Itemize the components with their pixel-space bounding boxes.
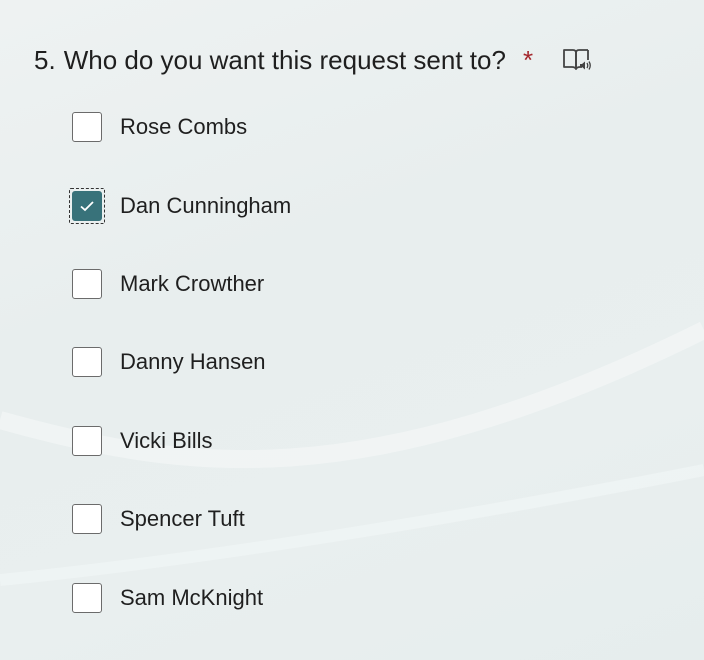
immersive-reader-icon[interactable] [561,45,591,75]
question-text: Who do you want this request sent to? [63,45,506,75]
option-label: Spencer Tuft [120,506,245,531]
checkbox[interactable] [72,426,102,456]
checkbox[interactable] [72,347,102,377]
checkbox[interactable] [72,269,102,299]
option-dan-cunningham[interactable]: Dan Cunningham [69,188,292,224]
checkbox[interactable] [72,112,102,142]
option-rose-combs[interactable]: Rose Combs [72,110,247,144]
option-label: Danny Hansen [120,349,266,374]
option-label: Vicki Bills [120,428,213,453]
option-mark-crowther[interactable]: Mark Crowther [72,267,264,301]
checkbox[interactable] [72,504,102,534]
option-sam-mcknight[interactable]: Sam McKnight [72,581,263,615]
option-danny-hansen[interactable]: Danny Hansen [72,345,266,379]
question-title: 5. Who do you want this request sent to?… [34,40,591,80]
background-wave [0,321,704,586]
question-number: 5. [34,45,56,75]
checkmark-icon [80,201,94,212]
option-vicki-bills[interactable]: Vicki Bills [72,424,213,458]
required-marker: * [522,45,534,75]
checkbox[interactable] [69,188,105,224]
checkbox[interactable] [72,583,102,613]
option-spencer-tuft[interactable]: Spencer Tuft [72,502,245,536]
option-label: Dan Cunningham [120,193,292,218]
option-label: Rose Combs [120,114,248,139]
option-label: Sam McKnight [120,585,264,610]
option-label: Mark Crowther [120,271,265,296]
